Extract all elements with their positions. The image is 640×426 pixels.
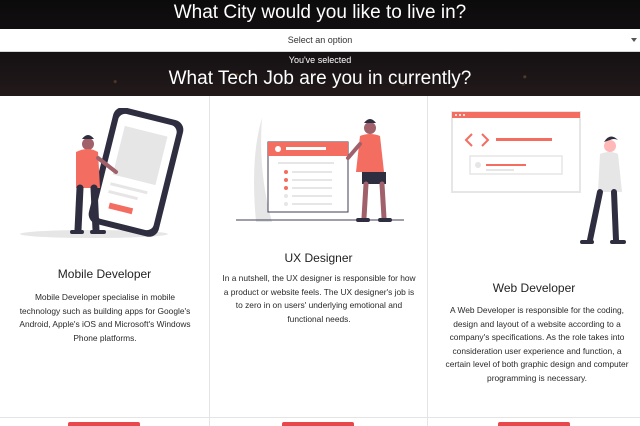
card-description: A Web Developer is responsible for the c…	[445, 305, 629, 383]
web-developer-illustration	[451, 111, 626, 244]
mobile-developer-illustration	[20, 108, 184, 238]
select-ux-designer-button[interactable]	[282, 422, 354, 426]
card-description: In a nutshell, the UX designer is respon…	[222, 273, 416, 324]
job-question-heading: What Tech Job are you in currently?	[168, 68, 472, 89]
job-card-web-developer[interactable]: Web Developer A Web Developer is respons…	[428, 96, 640, 426]
job-card-ux-designer[interactable]: UX Designer In a nutshell, the UX design…	[210, 96, 428, 426]
ux-designer-illustration	[236, 118, 404, 222]
city-select-value: Select an option	[287, 35, 353, 45]
card-description: Mobile Developer specialise in mobile te…	[19, 292, 191, 343]
job-cards: Mobile Developer Mobile Developer specia…	[0, 96, 640, 426]
select-arrow-icon[interactable]	[631, 38, 637, 42]
select-web-developer-button[interactable]	[498, 422, 570, 426]
job-card-mobile-developer[interactable]: Mobile Developer Mobile Developer specia…	[0, 96, 210, 426]
city-question-heading: What City would you like to live in?	[173, 2, 467, 23]
select-mobile-developer-button[interactable]	[68, 422, 140, 426]
hero-banner: What City would you like to live in? Sel…	[0, 0, 640, 96]
card-divider	[428, 417, 640, 418]
card-divider	[0, 417, 209, 418]
selected-note: You've selected	[288, 55, 352, 65]
card-divider	[210, 417, 427, 418]
card-heading: Mobile Developer	[57, 267, 152, 281]
card-heading: Web Developer	[492, 281, 576, 295]
card-heading: UX Designer	[284, 251, 353, 265]
city-select[interactable]: Select an option	[0, 29, 640, 52]
